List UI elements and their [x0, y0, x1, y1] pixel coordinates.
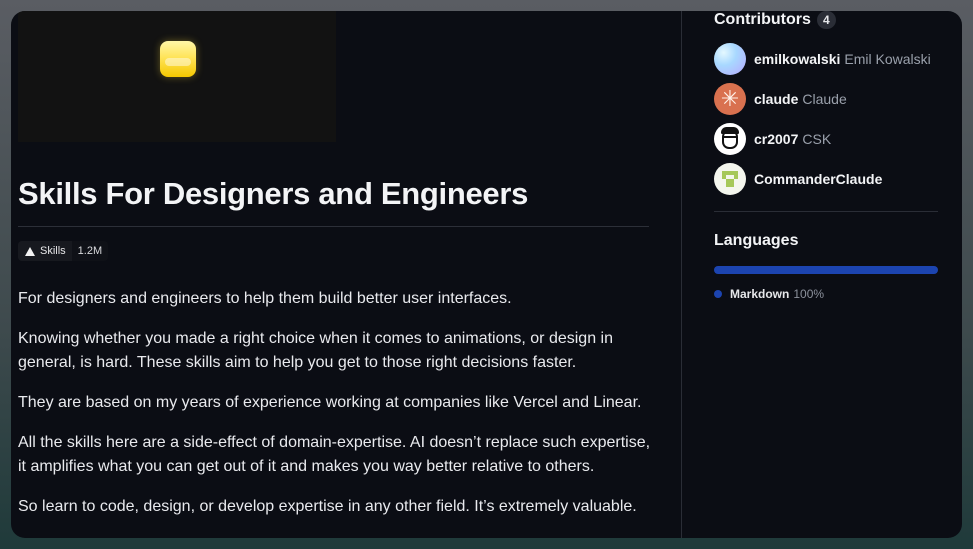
- triangle-icon: [25, 246, 35, 256]
- readme-paragraph: They are based on my years of experience…: [18, 394, 642, 411]
- repo-banner: [18, 11, 336, 142]
- avatar[interactable]: ✳: [714, 83, 746, 115]
- repo-sidebar: Contributors 4 emilkowalski Emil Kowalsk…: [714, 11, 938, 301]
- contributors-count: 4: [816, 11, 836, 29]
- badge-count: 1.2M: [71, 241, 109, 261]
- app-window: Skills For Designers and Engineers Skill…: [11, 11, 962, 538]
- skills-badge[interactable]: Skills 1.2M: [18, 241, 109, 261]
- contributor-login[interactable]: emilkowalski: [754, 51, 840, 67]
- readme-panel: Skills For Designers and Engineers Skill…: [11, 11, 681, 538]
- readme-paragraph: So learn to code, design, or develop exp…: [18, 498, 637, 515]
- contributor-item[interactable]: emilkowalski Emil Kowalski: [714, 43, 938, 75]
- readme-paragraph: For designers and engineers to help them…: [18, 290, 512, 307]
- contributors-list: emilkowalski Emil Kowalski ✳ claude Clau…: [714, 43, 938, 195]
- asterisk-icon: ✳: [720, 86, 740, 111]
- readme-paragraph: Knowing whether you made a right choice …: [18, 330, 613, 371]
- language-item[interactable]: Markdown 100%: [714, 287, 938, 301]
- contributor-login[interactable]: cr2007: [754, 131, 798, 147]
- contributor-item[interactable]: CommanderClaude: [714, 163, 938, 195]
- languages-heading: Languages: [714, 232, 799, 249]
- language-name: Markdown: [730, 287, 790, 301]
- contributor-name: Emil Kowalski: [844, 51, 931, 67]
- app-logo-icon: [160, 41, 196, 77]
- contributor-name: CSK: [802, 131, 832, 147]
- section-divider: [714, 211, 938, 212]
- contributor-login[interactable]: CommanderClaude: [754, 171, 882, 187]
- readme-paragraph: All the skills here are a side-effect of…: [18, 434, 651, 475]
- column-divider: [681, 11, 682, 538]
- contributor-item[interactable]: ✳ claude Claude: [714, 83, 938, 115]
- readme-content: For designers and engineers to help them…: [18, 287, 658, 535]
- badge-label: Skills: [40, 245, 66, 257]
- contributor-item[interactable]: cr2007 CSK: [714, 123, 938, 155]
- avatar[interactable]: [714, 123, 746, 155]
- language-percent: 100%: [793, 287, 825, 301]
- contributor-login[interactable]: claude: [754, 91, 798, 107]
- avatar[interactable]: [714, 163, 746, 195]
- contributor-name: Claude: [802, 91, 847, 107]
- language-bar: [714, 266, 938, 274]
- language-color-dot: [714, 290, 722, 298]
- contributors-heading[interactable]: Contributors 4: [714, 11, 938, 29]
- page-title: Skills For Designers and Engineers: [18, 176, 649, 227]
- avatar[interactable]: [714, 43, 746, 75]
